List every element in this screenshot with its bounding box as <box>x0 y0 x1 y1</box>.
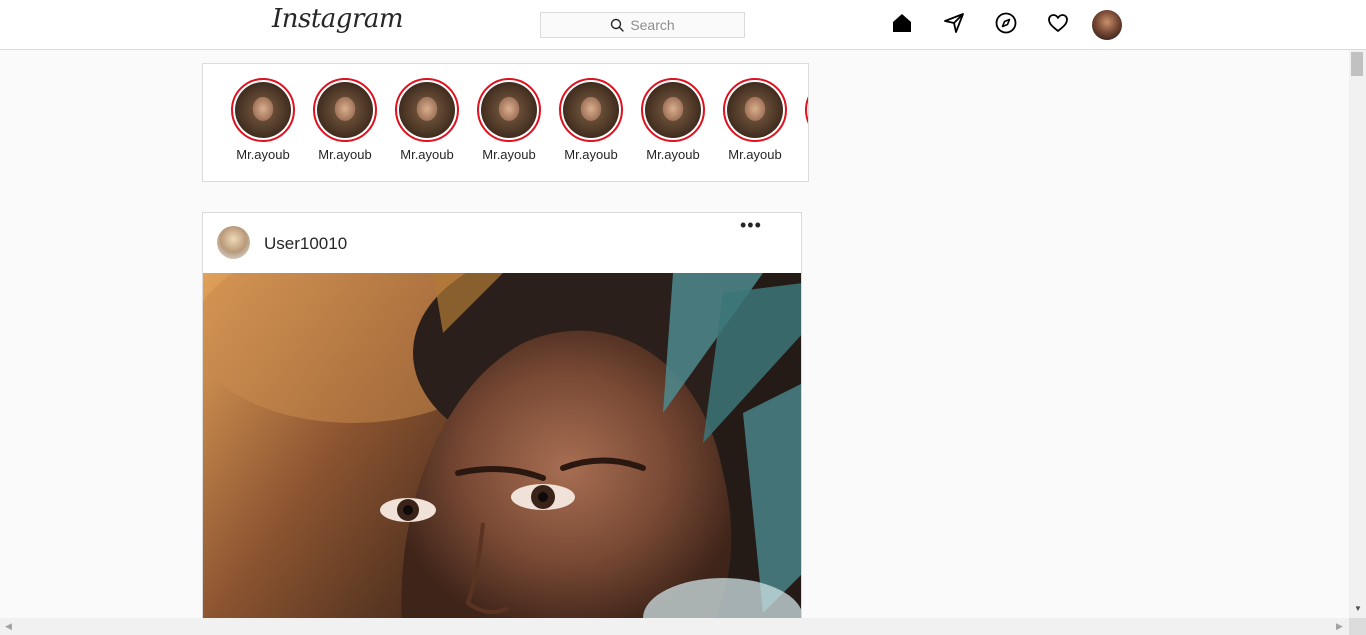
stories-tray: Mr.ayoub Mr.ayoub Mr.ayoub Mr.ayoub Mr.a… <box>202 63 809 182</box>
story-ring <box>641 78 705 142</box>
home-icon[interactable] <box>891 12 913 34</box>
story-ring <box>723 78 787 142</box>
story-item[interactable]: Mr.ayoub <box>468 78 550 162</box>
story-item[interactable]: Mr.ayoub <box>714 78 796 162</box>
scroll-right-arrow-icon[interactable]: ▶ <box>1336 621 1343 632</box>
direct-message-icon[interactable] <box>943 12 965 34</box>
story-avatar <box>645 82 701 138</box>
story-item[interactable]: Mr.ayoub <box>304 78 386 162</box>
top-navigation-bar: Instagram Search <box>0 0 1366 50</box>
story-ring <box>805 78 808 142</box>
search-icon <box>611 18 625 32</box>
story-item[interactable] <box>796 78 808 147</box>
vertical-scrollbar-thumb[interactable] <box>1351 52 1363 76</box>
story-avatar <box>235 82 291 138</box>
post-author-username[interactable]: User10010 <box>264 234 347 254</box>
story-ring <box>313 78 377 142</box>
story-avatar <box>481 82 537 138</box>
story-item[interactable]: Mr.ayoub <box>386 78 468 162</box>
story-ring <box>395 78 459 142</box>
scroll-down-arrow-icon[interactable]: ▼ <box>1354 604 1362 613</box>
story-avatar <box>727 82 783 138</box>
profile-avatar[interactable] <box>1092 10 1122 40</box>
story-username: Mr.ayoub <box>236 147 290 162</box>
story-item[interactable]: Mr.ayoub <box>550 78 632 162</box>
story-username: Mr.ayoub <box>564 147 618 162</box>
search-placeholder: Search <box>630 17 675 33</box>
story-avatar <box>399 82 455 138</box>
horizontal-scrollbar[interactable]: ◀ ▶ <box>0 618 1349 635</box>
post-photo[interactable] <box>203 273 801 634</box>
story-item[interactable]: Mr.ayoub <box>632 78 714 162</box>
search-input[interactable]: Search <box>540 12 745 38</box>
vertical-scrollbar[interactable]: ▼ <box>1349 50 1366 618</box>
story-ring <box>231 78 295 142</box>
post-photo-graphic <box>203 273 801 634</box>
story-username: Mr.ayoub <box>400 147 454 162</box>
story-username: Mr.ayoub <box>728 147 782 162</box>
scroll-left-arrow-icon[interactable]: ◀ <box>5 621 12 632</box>
more-options-icon[interactable]: ••• <box>740 215 762 236</box>
scrollbar-corner <box>1349 618 1366 635</box>
instagram-logo[interactable]: Instagram <box>272 4 404 34</box>
heart-icon[interactable] <box>1047 12 1069 34</box>
post-author-avatar[interactable] <box>217 226 250 259</box>
explore-icon[interactable] <box>995 12 1017 34</box>
story-username: Mr.ayoub <box>646 147 700 162</box>
story-avatar <box>563 82 619 138</box>
story-username: Mr.ayoub <box>318 147 372 162</box>
story-item[interactable]: Mr.ayoub <box>222 78 304 162</box>
story-ring <box>559 78 623 142</box>
feed-post: User10010 ••• <box>202 212 802 635</box>
story-avatar <box>317 82 373 138</box>
story-username: Mr.ayoub <box>482 147 536 162</box>
story-ring <box>477 78 541 142</box>
